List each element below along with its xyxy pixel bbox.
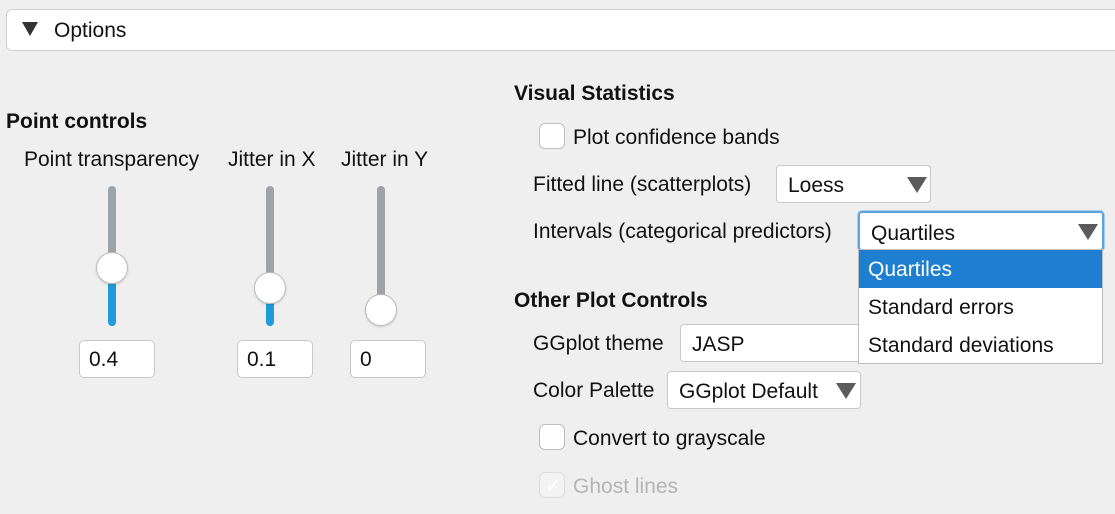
chevron-down-icon	[1078, 224, 1098, 240]
fitted-line-dropdown[interactable]: Loess	[776, 165, 931, 203]
visual-statistics-title: Visual Statistics	[514, 82, 675, 105]
point-controls-title: Point controls	[6, 110, 148, 133]
color-palette-value: GGplot Default	[679, 380, 818, 403]
jitter-y-input[interactable]: 0	[350, 340, 426, 378]
intervals-dropdown-list: Quartiles Standard errors Standard devia…	[858, 249, 1103, 364]
collapse-triangle-icon[interactable]	[22, 22, 38, 36]
dropdown-option-standard-errors[interactable]: Standard errors	[859, 288, 1102, 326]
intervals-label: Intervals (categorical predictors)	[533, 220, 832, 243]
confidence-bands-label: Plot confidence bands	[573, 126, 780, 149]
color-palette-dropdown[interactable]: GGplot Default	[667, 371, 861, 409]
jitter-x-label: Jitter in X	[228, 148, 316, 171]
ghost-lines-checkbox[interactable]: ✓	[539, 472, 565, 498]
ggplot-theme-dropdown[interactable]: JASP	[680, 324, 870, 362]
ghost-lines-label: Ghost lines	[573, 475, 679, 498]
options-section-header[interactable]	[6, 9, 1115, 51]
color-palette-label: Color Palette	[533, 379, 655, 402]
jitter-y-slider-handle[interactable]	[365, 294, 397, 326]
fitted-line-value: Loess	[788, 174, 845, 197]
grayscale-checkbox[interactable]	[539, 424, 565, 450]
fitted-line-label: Fitted line (scatterplots)	[533, 173, 752, 196]
checkmark-icon: ✓	[545, 475, 562, 497]
intervals-dropdown[interactable]: Quartiles	[858, 211, 1104, 251]
chevron-down-icon	[907, 177, 927, 193]
chevron-down-icon	[836, 383, 856, 399]
jitter-x-slider-handle[interactable]	[254, 272, 286, 304]
ggplot-theme-label: GGplot theme	[533, 332, 664, 355]
dropdown-option-quartiles[interactable]: Quartiles	[859, 250, 1102, 288]
point-transparency-label: Point transparency	[24, 148, 200, 171]
ggplot-theme-value: JASP	[692, 333, 745, 356]
point-transparency-slider-handle[interactable]	[96, 252, 128, 284]
jitter-y-label: Jitter in Y	[341, 148, 429, 171]
intervals-value: Quartiles	[871, 222, 956, 245]
dropdown-option-standard-deviations[interactable]: Standard deviations	[859, 326, 1102, 364]
point-transparency-input[interactable]: 0.4	[79, 340, 155, 378]
jitter-x-input[interactable]: 0.1	[237, 340, 313, 378]
grayscale-label: Convert to grayscale	[573, 427, 766, 450]
options-header-label: Options	[54, 19, 127, 42]
confidence-bands-checkbox[interactable]	[539, 123, 565, 149]
point-transparency-slider-fill	[108, 282, 116, 326]
other-plot-controls-title: Other Plot Controls	[514, 289, 708, 312]
